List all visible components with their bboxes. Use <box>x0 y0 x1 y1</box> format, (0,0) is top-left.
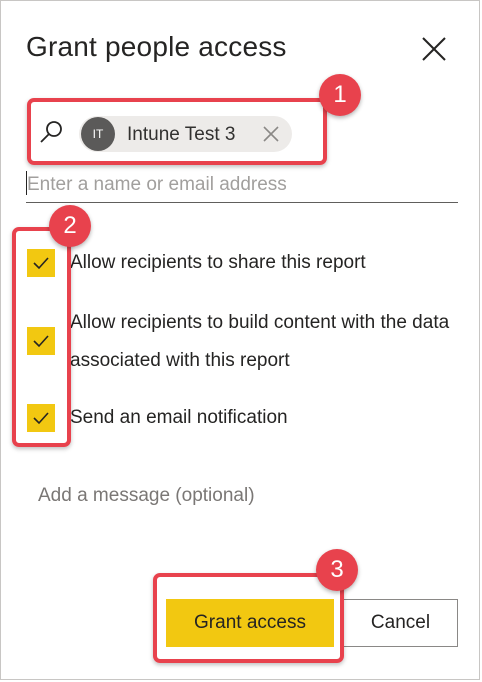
email-notification-checkbox[interactable] <box>27 404 55 432</box>
close-icon <box>263 126 279 142</box>
build-content-label: Allow recipients to build content with t… <box>70 312 450 371</box>
annotation-badge-2: 2 <box>49 205 91 247</box>
build-content-checkbox[interactable] <box>27 327 55 355</box>
cancel-button[interactable]: Cancel <box>343 599 458 647</box>
share-report-checkbox[interactable] <box>27 249 55 277</box>
close-button[interactable] <box>419 34 449 64</box>
text-caret <box>26 171 27 195</box>
email-notification-label: Send an email notification <box>70 407 288 428</box>
avatar: IT <box>81 117 115 151</box>
dialog-title: Grant people access <box>26 31 287 62</box>
search-icon <box>38 119 64 145</box>
checkmark-icon <box>33 335 49 348</box>
grant-access-dialog: Grant people access IT Intune Test 3 All… <box>0 0 480 680</box>
checkmark-icon <box>33 257 49 270</box>
recipient-chip-label: Intune Test 3 <box>127 124 236 145</box>
share-report-label: Allow recipients to share this report <box>70 252 366 273</box>
grant-access-button[interactable]: Grant access <box>166 599 334 647</box>
annotation-badge-1: 1 <box>319 74 361 116</box>
message-input[interactable] <box>38 481 458 511</box>
close-icon <box>422 37 446 61</box>
checkmark-icon <box>33 412 49 425</box>
recipient-search-input[interactable] <box>26 167 458 203</box>
annotation-badge-3: 3 <box>316 549 358 591</box>
remove-recipient-button[interactable] <box>261 124 281 144</box>
